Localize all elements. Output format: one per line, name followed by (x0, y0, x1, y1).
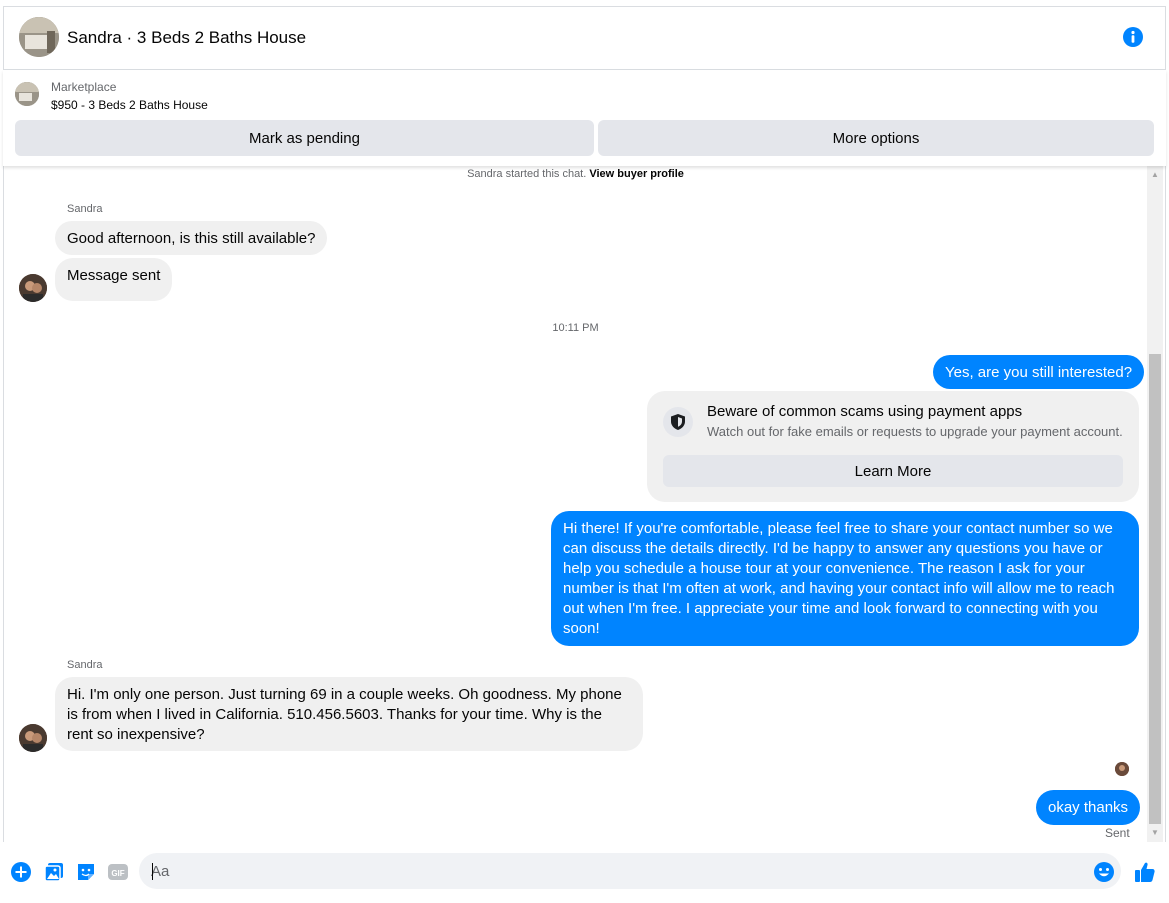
thumbs-up-icon[interactable] (1133, 860, 1157, 884)
scrollbar-thumb[interactable] (1149, 354, 1161, 824)
outgoing-message[interactable]: Yes, are you still interested? (933, 355, 1145, 389)
sender-avatar[interactable] (19, 274, 47, 302)
listing-thumbnail[interactable] (15, 82, 39, 106)
incoming-message[interactable]: Hi. I'm only one person. Just turning 69… (55, 677, 643, 751)
photo-icon[interactable] (43, 861, 65, 883)
outgoing-message[interactable]: Hi there! If you're comfortable, please … (551, 511, 1139, 646)
incoming-message[interactable]: Good afternoon, is this still available? (55, 221, 328, 255)
sender-name: Sandra (67, 203, 103, 215)
scam-warning-description: Watch out for fake emails or requests to… (707, 424, 1123, 439)
conversation-avatar[interactable] (19, 17, 59, 57)
scam-warning-card: Beware of common scams using payment app… (647, 391, 1139, 502)
chat-header: Sandra · 3 Beds 2 Baths House (3, 6, 1166, 70)
emoji-icon[interactable] (1093, 861, 1115, 883)
scam-warning-title: Beware of common scams using payment app… (707, 403, 1023, 420)
message-timestamp: 10:11 PM (552, 322, 599, 334)
message-thread[interactable]: Sandra started this chat. View buyer pro… (3, 166, 1166, 842)
view-buyer-profile-link[interactable]: View buyer profile (589, 168, 684, 180)
sent-status: Sent (1105, 826, 1130, 840)
marketplace-listing-panel: Marketplace $950 - 3 Beds 2 Baths House … (3, 70, 1166, 166)
gif-icon-label: GIF (111, 869, 124, 878)
info-icon[interactable] (1122, 26, 1144, 48)
sender-avatar[interactable] (19, 724, 47, 752)
listing-source: Marketplace (51, 80, 117, 94)
message-composer: GIF (3, 842, 1166, 902)
chat-start-text: Sandra started this chat. (467, 168, 587, 180)
text-cursor (152, 863, 153, 880)
shield-icon (663, 407, 693, 437)
scroll-up-arrow-icon[interactable]: ▲ (1149, 168, 1161, 182)
more-options-button[interactable]: More options (598, 120, 1154, 156)
gif-icon[interactable]: GIF (107, 861, 129, 883)
chat-start-note: Sandra started this chat. View buyer pro… (3, 168, 1148, 180)
sender-name: Sandra (67, 659, 103, 671)
plus-circle-icon[interactable] (10, 861, 32, 883)
incoming-message[interactable]: Message sent (55, 258, 173, 301)
learn-more-button[interactable]: Learn More (663, 455, 1123, 487)
outgoing-message[interactable]: okay thanks (1036, 790, 1141, 825)
message-input[interactable] (139, 853, 1121, 889)
seen-receipt-avatar (1115, 762, 1129, 776)
listing-title[interactable]: $950 - 3 Beds 2 Baths House (51, 98, 208, 112)
scroll-down-arrow-icon[interactable]: ▼ (1149, 826, 1161, 840)
conversation-title: Sandra · 3 Beds 2 Baths House (67, 28, 307, 47)
sticker-icon[interactable] (75, 861, 97, 883)
mark-as-pending-button[interactable]: Mark as pending (15, 120, 594, 156)
